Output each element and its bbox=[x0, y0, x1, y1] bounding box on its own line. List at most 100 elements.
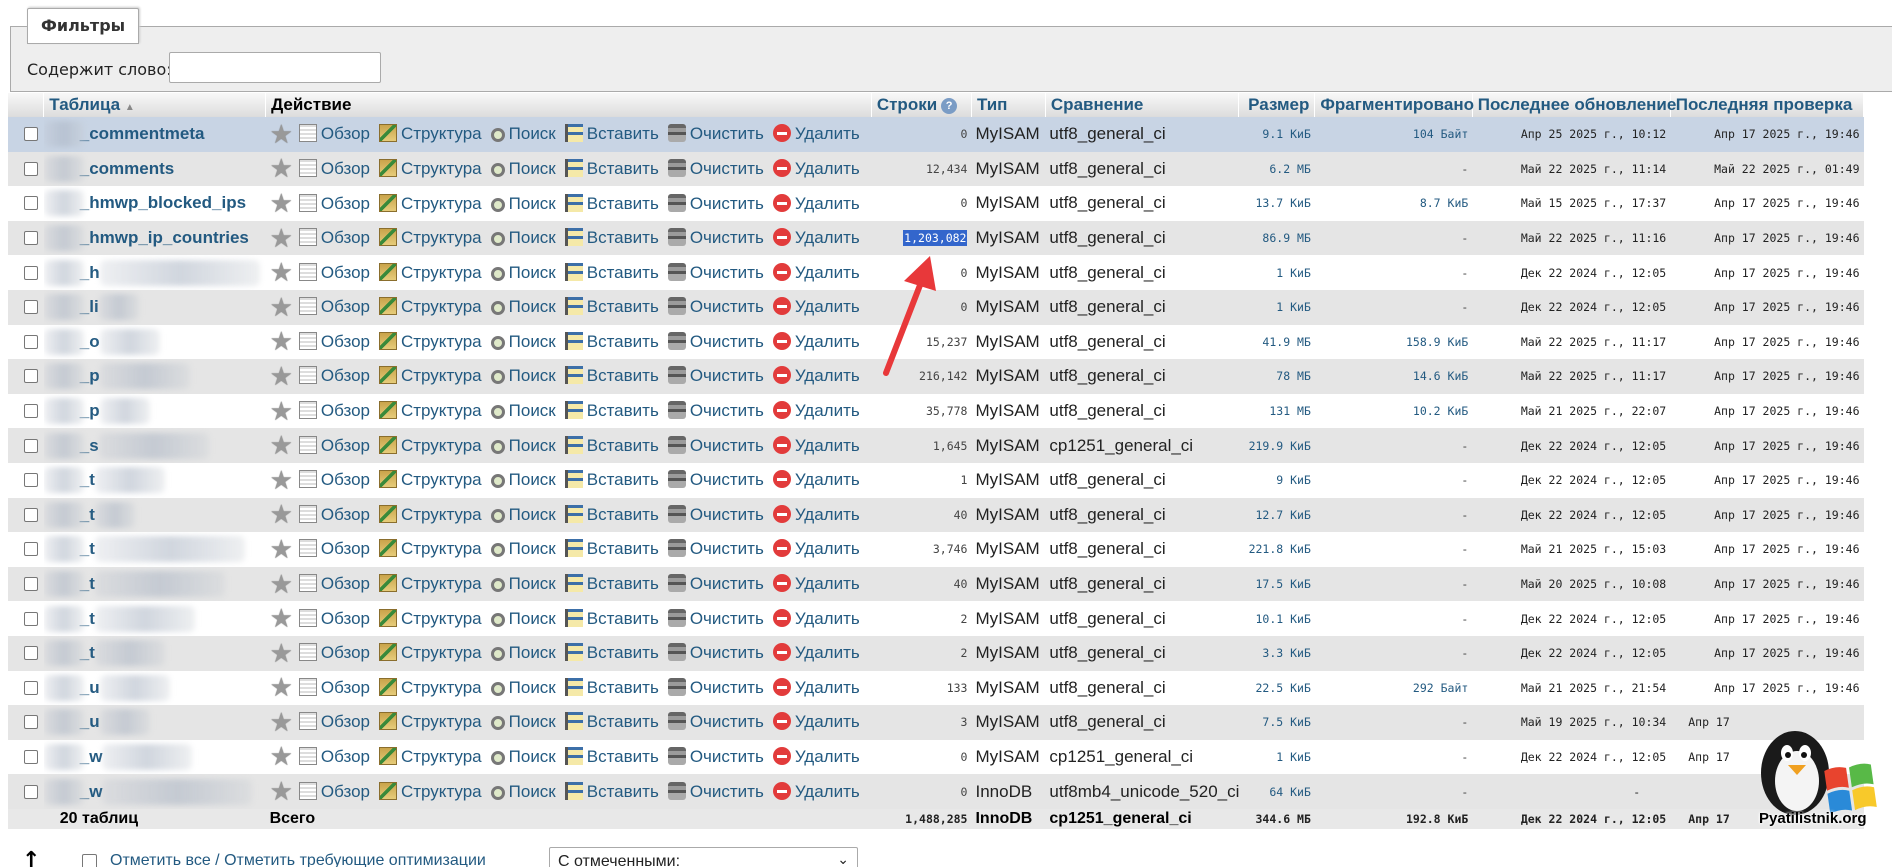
structure-action[interactable]: Структура bbox=[378, 193, 482, 214]
row-checkbox[interactable] bbox=[24, 680, 38, 695]
insert-action[interactable]: Вставить bbox=[564, 470, 659, 490]
empty-action[interactable]: Очистить bbox=[667, 504, 764, 525]
search-action[interactable]: Поиск bbox=[490, 159, 556, 179]
drop-action[interactable]: Удалить bbox=[772, 677, 860, 698]
browse-action[interactable]: Обзор bbox=[298, 435, 370, 456]
table-name[interactable]: _u bbox=[43, 670, 266, 706]
table-row[interactable]: _o ★ Обзор Структура Поиск Вставить Очистить Уд… bbox=[8, 324, 1864, 360]
insert-action[interactable]: Вставить bbox=[564, 643, 659, 663]
drop-action[interactable]: Удалить bbox=[772, 401, 860, 421]
search-action[interactable]: Поиск bbox=[490, 194, 556, 214]
search-action[interactable]: Поиск bbox=[490, 366, 556, 386]
search-action[interactable]: Поиск bbox=[490, 332, 556, 352]
empty-action[interactable]: Очистить bbox=[667, 401, 764, 421]
table-row[interactable]: _s ★ Обзор Структура Поиск Вставить Очистить Уд… bbox=[8, 428, 1864, 463]
empty-action[interactable]: Очистить bbox=[667, 539, 764, 559]
search-action[interactable]: Поиск bbox=[490, 505, 556, 525]
table-name[interactable]: _commentmeta bbox=[43, 117, 266, 152]
drop-action[interactable]: Удалить bbox=[772, 228, 860, 248]
browse-action[interactable]: Обзор bbox=[298, 781, 370, 802]
browse-action[interactable]: Обзор bbox=[298, 643, 370, 663]
browse-action[interactable]: Обзор bbox=[298, 470, 370, 490]
col-table[interactable]: Таблица ▲ bbox=[43, 93, 267, 117]
row-checkbox[interactable] bbox=[24, 334, 38, 349]
star-icon[interactable]: ★ bbox=[270, 223, 293, 253]
star-icon[interactable]: ★ bbox=[270, 603, 293, 633]
row-checkbox[interactable] bbox=[24, 196, 38, 211]
table-name[interactable]: _t bbox=[43, 462, 266, 498]
drop-action[interactable]: Удалить bbox=[772, 747, 860, 767]
row-checkbox[interactable] bbox=[24, 749, 38, 764]
row-size[interactable]: 6.2 МБ bbox=[1238, 151, 1315, 187]
search-action[interactable]: Поиск bbox=[490, 782, 556, 802]
search-action[interactable]: Поиск bbox=[490, 436, 556, 456]
col-rows[interactable]: Строки? bbox=[871, 93, 972, 117]
row-checkbox[interactable] bbox=[24, 784, 38, 799]
structure-action[interactable]: Структура bbox=[378, 158, 482, 179]
drop-action[interactable]: Удалить bbox=[772, 781, 860, 802]
browse-action[interactable]: Обзор bbox=[298, 124, 370, 144]
table-name[interactable]: _o bbox=[43, 324, 266, 360]
table-row[interactable]: _hmwp_blocked_ips ★ Обзор Структура Поиск Вст… bbox=[8, 186, 1864, 221]
star-icon[interactable]: ★ bbox=[270, 188, 293, 218]
row-checkbox[interactable] bbox=[24, 577, 38, 592]
table-row[interactable]: _t ★ Обзор Структура Поиск Вставить Очистить Уд… bbox=[8, 601, 1864, 636]
empty-action[interactable]: Очистить bbox=[667, 366, 764, 386]
empty-action[interactable]: Очистить bbox=[667, 781, 764, 802]
browse-action[interactable]: Обзор bbox=[298, 539, 370, 559]
empty-action[interactable]: Очистить bbox=[667, 158, 764, 179]
star-icon[interactable]: ★ bbox=[270, 153, 293, 183]
structure-action[interactable]: Структура bbox=[378, 366, 482, 386]
browse-action[interactable]: Обзор bbox=[298, 158, 370, 179]
table-row[interactable]: _t ★ Обзор Структура Поиск Вставить Очистить Уд… bbox=[8, 532, 1864, 567]
empty-action[interactable]: Очистить bbox=[667, 228, 764, 248]
structure-action[interactable]: Структура bbox=[378, 677, 482, 698]
insert-action[interactable]: Вставить bbox=[564, 435, 659, 456]
browse-action[interactable]: Обзор bbox=[298, 608, 370, 629]
insert-action[interactable]: Вставить bbox=[564, 747, 659, 767]
table-name[interactable]: _u bbox=[43, 705, 266, 740]
search-action[interactable]: Поиск bbox=[490, 747, 556, 767]
structure-action[interactable]: Структура bbox=[378, 608, 482, 629]
empty-action[interactable]: Очистить bbox=[667, 331, 764, 352]
star-icon[interactable]: ★ bbox=[270, 672, 293, 702]
table-row[interactable]: _p ★ Обзор Структура Поиск Вставить Очистить Уд… bbox=[8, 359, 1864, 394]
star-icon[interactable]: ★ bbox=[270, 326, 293, 356]
insert-action[interactable]: Вставить bbox=[564, 781, 659, 802]
star-icon[interactable]: ★ bbox=[270, 257, 293, 287]
row-checkbox[interactable] bbox=[24, 473, 38, 488]
empty-action[interactable]: Очистить bbox=[667, 574, 764, 594]
insert-action[interactable]: Вставить bbox=[564, 193, 659, 214]
row-checkbox[interactable] bbox=[24, 300, 38, 315]
table-name[interactable]: _t bbox=[43, 635, 266, 671]
table-name[interactable]: _h bbox=[43, 255, 266, 290]
table-name[interactable]: _w bbox=[43, 739, 266, 775]
empty-action[interactable]: Очистить bbox=[667, 608, 764, 629]
row-checkbox[interactable] bbox=[24, 507, 38, 522]
row-overhead[interactable]: 104 Байт bbox=[1314, 117, 1473, 152]
table-name[interactable]: _p bbox=[43, 393, 266, 429]
browse-action[interactable]: Обзор bbox=[298, 228, 370, 248]
drop-action[interactable]: Удалить bbox=[772, 193, 860, 214]
drop-action[interactable]: Удалить bbox=[772, 574, 860, 594]
table-row[interactable]: _li ★ Обзор Структура Поиск Вставить Очистить У… bbox=[8, 289, 1864, 325]
row-size[interactable]: 13.7 КиБ bbox=[1238, 186, 1315, 221]
star-icon[interactable]: ★ bbox=[270, 465, 293, 495]
search-action[interactable]: Поиск bbox=[490, 574, 556, 594]
col-overhead[interactable]: Фрагментировано bbox=[1314, 93, 1474, 117]
row-size[interactable]: 22.5 КиБ bbox=[1238, 670, 1315, 706]
star-icon[interactable]: ★ bbox=[270, 292, 293, 322]
drop-action[interactable]: Удалить bbox=[772, 158, 860, 179]
table-name[interactable]: _t bbox=[43, 566, 266, 602]
col-size[interactable]: Размер bbox=[1238, 93, 1316, 117]
col-type[interactable]: Тип bbox=[971, 93, 1046, 117]
empty-action[interactable]: Очистить bbox=[667, 712, 764, 732]
insert-action[interactable]: Вставить bbox=[564, 124, 659, 144]
col-last-check[interactable]: Последняя проверка bbox=[1670, 93, 1865, 117]
table-name[interactable]: _t bbox=[43, 532, 266, 567]
empty-action[interactable]: Очистить bbox=[667, 124, 764, 144]
star-icon[interactable]: ★ bbox=[270, 361, 293, 391]
table-row[interactable]: _commentmeta ★ Обзор Структура Поиск Вставить… bbox=[8, 117, 1864, 152]
structure-action[interactable]: Структура bbox=[378, 504, 482, 525]
row-size[interactable]: 64 КиБ bbox=[1238, 774, 1315, 809]
